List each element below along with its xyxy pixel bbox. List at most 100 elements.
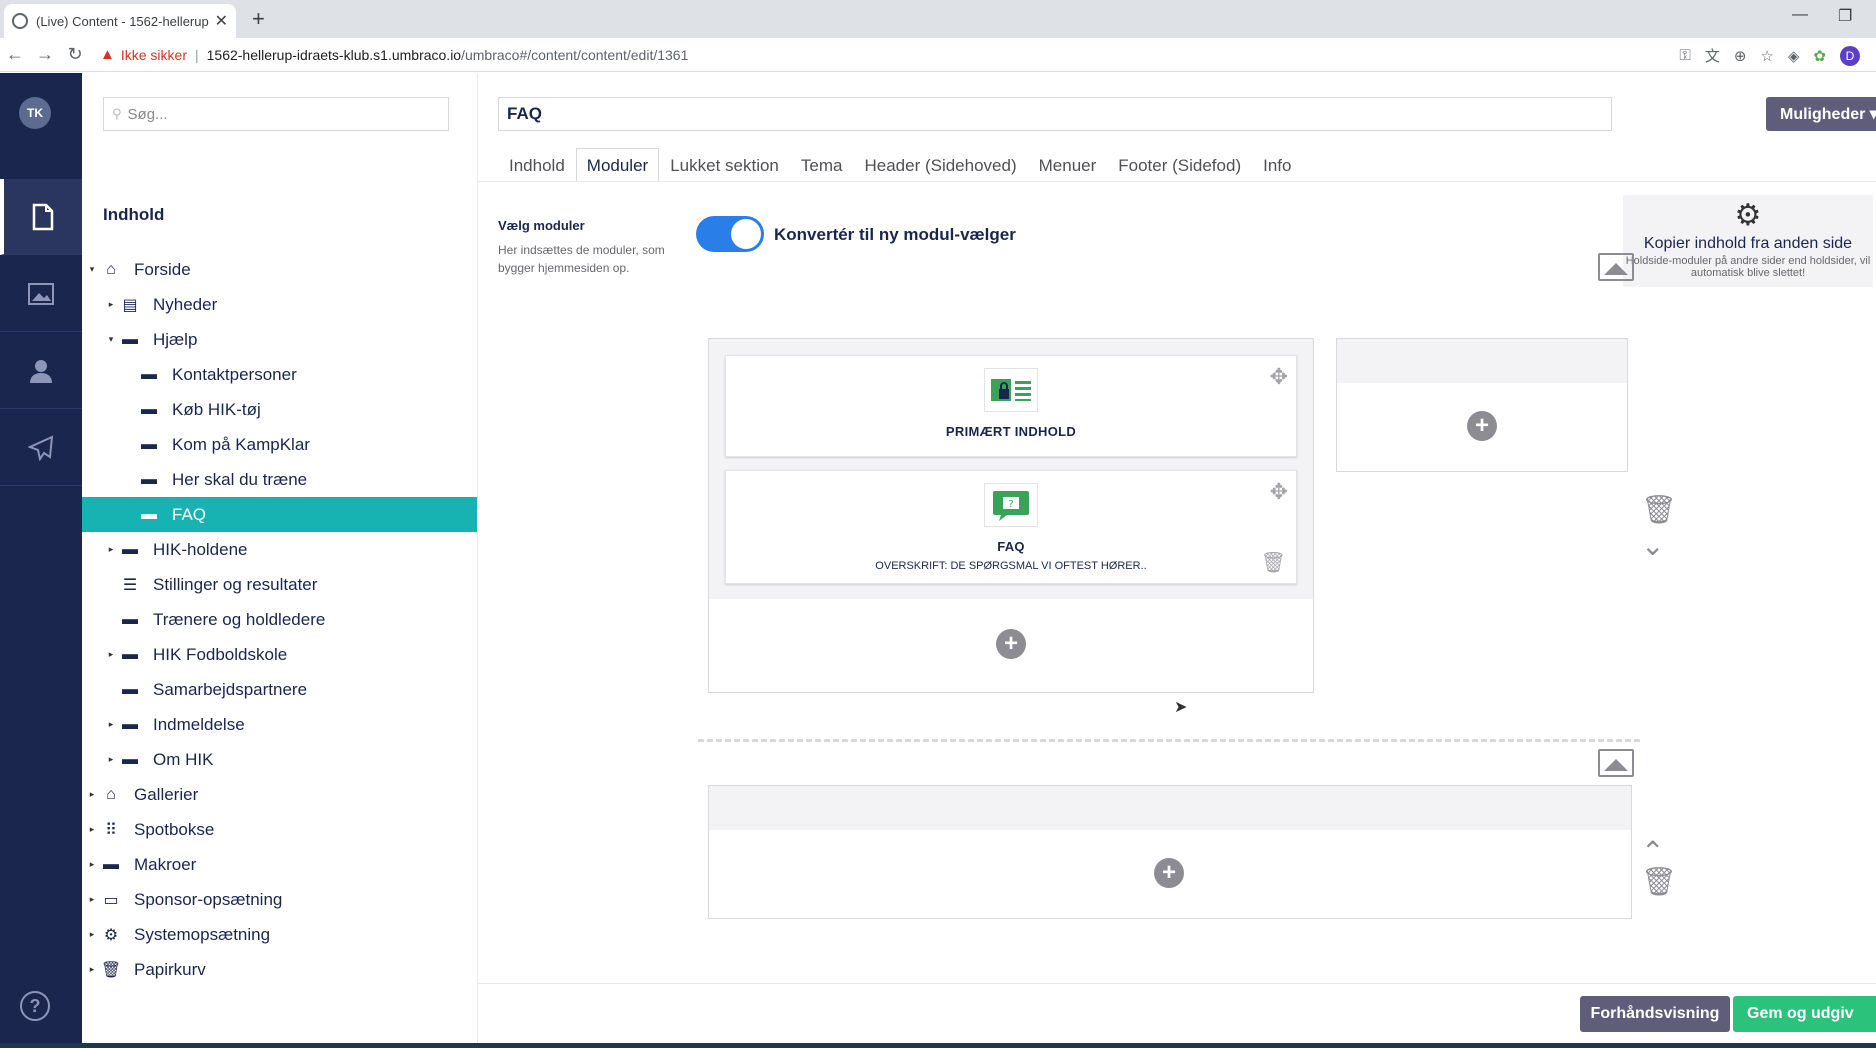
tree-node[interactable]: ▸ ▬ HIK Fodboldskole — [82, 637, 477, 672]
editor-tab[interactable]: Indhold — [498, 148, 576, 182]
tree-list: ▾ ⌂ Forside ▸ ▤ Nyheder ▾ ▬ Hjælp ▬ Kontaktpersone… — [82, 252, 477, 987]
tree-node-icon: ▬ — [122, 715, 138, 733]
editor-tab[interactable]: Header (Sidehoved) — [853, 148, 1027, 182]
tree-expand-icon[interactable]: ▸ — [86, 789, 98, 800]
tree-node[interactable]: ▸ ▬ Makroer — [82, 847, 477, 882]
row-background-image-icon[interactable] — [1598, 749, 1634, 777]
tree-node-label: Spotbokse — [134, 819, 215, 839]
module-primary-content[interactable]: PRIMÆRT INDHOLD ✥ — [725, 355, 1297, 457]
tree-expand-icon[interactable]: ▸ — [86, 964, 98, 975]
profile-avatar[interactable]: D — [1840, 45, 1860, 66]
save-publish-button[interactable]: Gem og udgiv — [1733, 996, 1876, 1032]
editor-tab[interactable]: Tema — [790, 148, 854, 182]
module-faq[interactable]: ? FAQ OVERSKRIFT: DE SPØRGSMAL VI OFTEST… — [725, 470, 1297, 584]
section-content[interactable] — [0, 179, 82, 255]
tree-expand-icon[interactable]: ▸ — [105, 299, 117, 310]
tree-node[interactable]: ▬ Her skal du træne — [82, 462, 477, 497]
preview-button[interactable]: Forhåndsvisning — [1580, 996, 1730, 1032]
tree-node[interactable]: ▬ Køb HIK-tøj — [82, 392, 477, 427]
trash-icon[interactable]: 🗑 — [1261, 550, 1286, 575]
chevron-down-icon[interactable]: ⌄ — [1641, 529, 1664, 562]
insecure-label[interactable]: Ikke sikker — [121, 47, 187, 63]
tree-node[interactable]: ▬ Trænere og holdledere — [82, 602, 477, 637]
tree-expand-icon[interactable]: ▸ — [105, 719, 117, 730]
tree-node[interactable]: ▸ ▬ Om HIK — [82, 742, 477, 777]
tree-node[interactable]: ▸ ▬ HIK-holdene — [82, 532, 477, 567]
tree-expand-icon[interactable]: ▸ — [86, 859, 98, 870]
tree-node[interactable]: ▬ Samarbejdspartnere — [82, 672, 477, 707]
editor-tab[interactable]: Info — [1252, 148, 1302, 182]
row-background-image-icon[interactable] — [1598, 253, 1634, 281]
tree-node-icon: ▭ — [103, 891, 119, 909]
chevron-up-icon[interactable]: ⌃ — [1641, 835, 1664, 868]
tree-node[interactable]: ▸ ▭ Sponsor-opsætning — [82, 882, 477, 917]
delete-row-icon[interactable]: 🗑 — [1641, 493, 1677, 526]
zoom-icon[interactable]: ⊕ — [1734, 47, 1747, 65]
actions-button[interactable]: Muligheder ▾ — [1766, 97, 1876, 131]
tree-node[interactable]: ▸ ⠿ Spotbokse — [82, 812, 477, 847]
tree-node[interactable]: ▸ 🗑 Papirkurv — [82, 952, 477, 987]
tree-node[interactable]: ▸ ⌂ Gallerier — [82, 777, 477, 812]
tree-expand-icon[interactable]: ▾ — [105, 334, 117, 345]
url-field[interactable]: 1562-hellerup-idraets-klub.s1.umbraco.io… — [207, 47, 689, 63]
content-name-input[interactable] — [498, 97, 1612, 131]
tree-node[interactable]: ▾ ⌂ Forside — [82, 252, 477, 287]
tree-search-input[interactable] — [127, 105, 428, 123]
tree-expand-icon[interactable]: ▸ — [86, 929, 98, 940]
tree-expand-icon[interactable]: ▸ — [105, 544, 117, 555]
tree-node[interactable]: ▸ ▬ Indmeldelse — [82, 707, 477, 742]
add-module-icon[interactable]: + — [996, 629, 1026, 659]
tree-expand-icon[interactable]: ▸ — [105, 649, 117, 660]
move-icon[interactable]: ✥ — [1270, 364, 1288, 390]
editor-tab[interactable]: Lukket sektion — [659, 148, 790, 182]
column-header-bar — [1337, 339, 1627, 383]
section-media[interactable] — [0, 256, 82, 332]
minimize-icon[interactable]: — — [1792, 6, 1808, 24]
help-icon[interactable]: ? — [20, 991, 50, 1021]
close-tab-icon[interactable]: ✕ — [215, 11, 228, 31]
back-icon[interactable]: ← — [0, 44, 30, 65]
tree-node-icon: ▬ — [141, 505, 157, 523]
tree-node[interactable]: ▬ Kom på KampKlar — [82, 427, 477, 462]
user-avatar[interactable]: TK — [19, 97, 51, 129]
search-icon: ⚲ — [112, 106, 122, 121]
add-module-icon[interactable]: + — [1467, 411, 1497, 441]
delete-row-icon[interactable]: 🗑 — [1641, 865, 1677, 898]
editor-tab[interactable]: Footer (Sidefod) — [1107, 148, 1252, 182]
tree-expand-icon[interactable]: ▸ — [86, 894, 98, 905]
star-icon[interactable]: ☆ — [1760, 47, 1773, 65]
editor-tab[interactable]: Menuer — [1028, 148, 1108, 182]
extension-green-icon[interactable]: ✿ — [1813, 47, 1826, 65]
tree-node[interactable]: ▬ FAQ — [82, 497, 477, 532]
tree-node[interactable]: ▸ ⚙ Systemopsætning — [82, 917, 477, 952]
restore-icon[interactable]: ❐ — [1838, 6, 1852, 26]
browser-tab[interactable]: (Live) Content - 1562-hellerup-id ✕ — [4, 4, 236, 38]
move-icon[interactable]: ✥ — [1270, 479, 1288, 505]
tree-expand-icon[interactable]: ▸ — [86, 824, 98, 835]
tree-node-label: Papirkurv — [134, 959, 206, 979]
section-forms[interactable] — [0, 410, 82, 486]
toggle-label: Konvertér til ny modul-vælger — [774, 225, 1016, 244]
tree-node[interactable]: ▸ ▤ Nyheder — [82, 287, 477, 322]
tree-expand-icon[interactable]: ▾ — [86, 264, 98, 275]
extension-icon[interactable]: ◈ — [1788, 47, 1800, 65]
forward-icon[interactable]: → — [30, 44, 60, 65]
tree-node[interactable]: ☰ Stillinger og resultater — [82, 567, 477, 602]
tree-expand-icon[interactable]: ▸ — [105, 754, 117, 765]
copy-content-button[interactable]: ⚙ Kopier indhold fra anden side Holdside… — [1623, 195, 1873, 287]
browser-tab-bar: (Live) Content - 1562-hellerup-id ✕ + — … — [0, 0, 1876, 38]
key-icon[interactable]: ⚿ — [1679, 47, 1690, 64]
tree-node-label: Kontaktpersoner — [172, 364, 297, 384]
row-divider — [698, 739, 1640, 742]
tree-node[interactable]: ▬ Kontaktpersoner — [82, 357, 477, 392]
add-module-icon[interactable]: + — [1154, 858, 1184, 888]
tree-node-icon: ▬ — [122, 610, 138, 628]
reload-icon[interactable]: ↻ — [60, 44, 90, 65]
new-tab-button[interactable]: + — [252, 6, 265, 32]
tree-node[interactable]: ▾ ▬ Hjælp — [82, 322, 477, 357]
tree-node-icon: ▤ — [122, 296, 138, 314]
translate-icon[interactable]: 文 — [1705, 45, 1720, 66]
convert-toggle[interactable] — [696, 216, 764, 252]
section-members[interactable] — [0, 333, 82, 409]
editor-tab[interactable]: Moduler — [575, 148, 660, 182]
